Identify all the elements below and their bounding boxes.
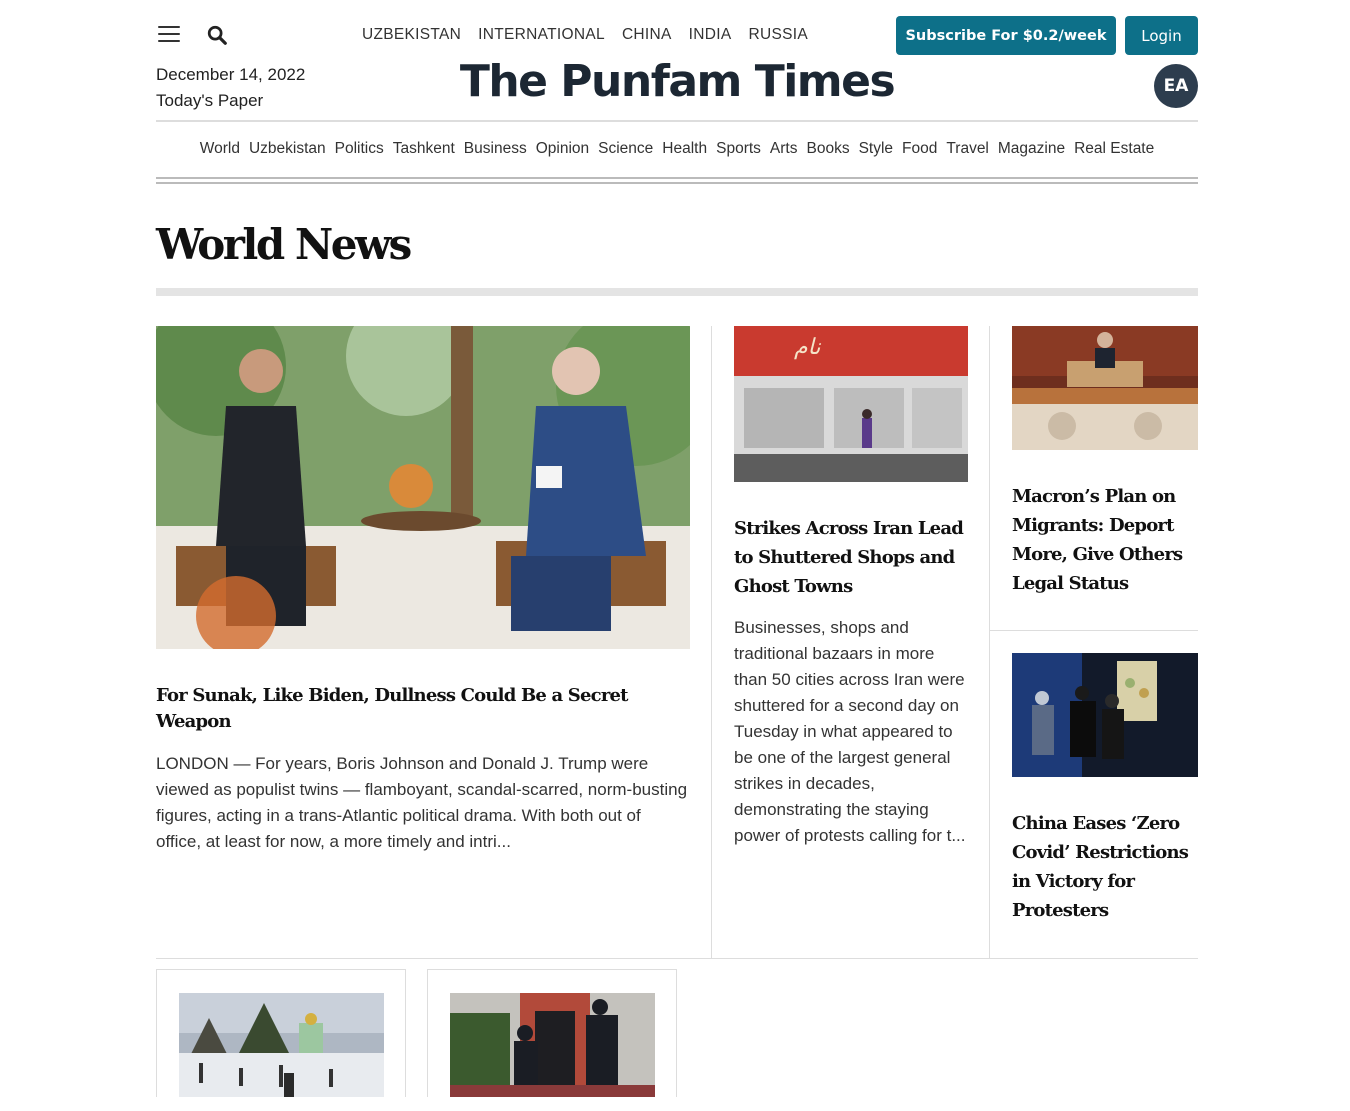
section-link-style[interactable]: Style bbox=[859, 140, 893, 158]
region-nav: UZBEKISTAN INTERNATIONAL CHINA INDIA RUS… bbox=[362, 26, 808, 44]
middle-article-summary: Businesses, shops and traditional bazaar… bbox=[734, 618, 966, 845]
section-link-travel[interactable]: Travel bbox=[946, 140, 989, 158]
viewport-bottom-edge bbox=[0, 1097, 1350, 1111]
user-avatar[interactable]: EA bbox=[1154, 64, 1198, 108]
article-card-photo[interactable] bbox=[179, 993, 384, 1097]
section-title-rule bbox=[156, 288, 1198, 296]
article-card[interactable] bbox=[156, 969, 406, 1111]
masthead-logo[interactable]: The Punfam Times bbox=[156, 56, 1198, 107]
header-divider bbox=[156, 120, 1198, 122]
side-article-headline[interactable]: Macron’s Plan on Migrants: Deport More, … bbox=[1012, 482, 1198, 598]
region-link-uzbekistan[interactable]: UZBEKISTAN bbox=[362, 26, 461, 44]
top-bar: UZBEKISTAN INTERNATIONAL CHINA INDIA RUS… bbox=[156, 16, 1198, 56]
nav-divider-bottom bbox=[156, 182, 1198, 184]
section-link-world[interactable]: World bbox=[200, 140, 240, 158]
section-link-real-estate[interactable]: Real Estate bbox=[1074, 140, 1154, 158]
side-article-headline[interactable]: China Eases ‘Zero Covid’ Restrictions in… bbox=[1012, 809, 1198, 925]
middle-article-headline[interactable]: Strikes Across Iran Lead to Shuttered Sh… bbox=[734, 514, 968, 601]
side-article-photo[interactable] bbox=[1012, 326, 1198, 450]
section-link-business[interactable]: Business bbox=[464, 140, 527, 158]
lead-article-photo[interactable] bbox=[156, 326, 690, 649]
section-link-books[interactable]: Books bbox=[806, 140, 849, 158]
section-link-politics[interactable]: Politics bbox=[335, 140, 384, 158]
subscribe-button[interactable]: Subscribe For $0.2/week bbox=[896, 16, 1116, 55]
section-link-arts[interactable]: Arts bbox=[770, 140, 798, 158]
section-link-food[interactable]: Food bbox=[902, 140, 937, 158]
section-title: World News bbox=[156, 220, 412, 269]
middle-article[interactable]: نام Strikes Across Iran Lead to Shuttere… bbox=[734, 326, 968, 849]
section-link-opinion[interactable]: Opinion bbox=[536, 140, 589, 158]
section-link-science[interactable]: Science bbox=[598, 140, 653, 158]
search-icon[interactable] bbox=[206, 24, 228, 46]
side-article-photo[interactable] bbox=[1012, 653, 1198, 777]
section-link-sports[interactable]: Sports bbox=[716, 140, 761, 158]
region-link-china[interactable]: CHINA bbox=[622, 26, 672, 44]
lead-article-summary: LONDON — For years, Boris Johnson and Do… bbox=[156, 754, 688, 851]
hamburger-menu-icon[interactable] bbox=[158, 26, 180, 44]
section-link-magazine[interactable]: Magazine bbox=[998, 140, 1065, 158]
side-article[interactable]: China Eases ‘Zero Covid’ Restrictions in… bbox=[1012, 653, 1198, 925]
article-card[interactable] bbox=[427, 969, 677, 1111]
column-divider-left bbox=[711, 326, 712, 958]
column-divider-right bbox=[989, 326, 990, 958]
section-nav: World Uzbekistan Politics Tashkent Busin… bbox=[156, 140, 1198, 158]
middle-article-photo[interactable]: نام bbox=[734, 326, 968, 482]
side-divider bbox=[989, 630, 1198, 631]
section-link-health[interactable]: Health bbox=[662, 140, 707, 158]
grid-bottom-divider bbox=[156, 958, 1198, 959]
nav-divider-top bbox=[156, 177, 1198, 179]
article-card-photo[interactable] bbox=[450, 993, 655, 1097]
lead-article-headline[interactable]: For Sunak, Like Biden, Dullness Could Be… bbox=[156, 683, 690, 735]
section-link-uzbekistan[interactable]: Uzbekistan bbox=[249, 140, 326, 158]
svg-text:نام: نام bbox=[794, 335, 821, 360]
side-article[interactable]: Macron’s Plan on Migrants: Deport More, … bbox=[1012, 326, 1198, 598]
lead-article[interactable]: For Sunak, Like Biden, Dullness Could Be… bbox=[156, 326, 690, 855]
login-button[interactable]: Login bbox=[1125, 16, 1198, 55]
region-link-international[interactable]: INTERNATIONAL bbox=[478, 26, 605, 44]
region-link-russia[interactable]: RUSSIA bbox=[749, 26, 809, 44]
section-link-tashkent[interactable]: Tashkent bbox=[393, 140, 455, 158]
region-link-india[interactable]: INDIA bbox=[689, 26, 732, 44]
